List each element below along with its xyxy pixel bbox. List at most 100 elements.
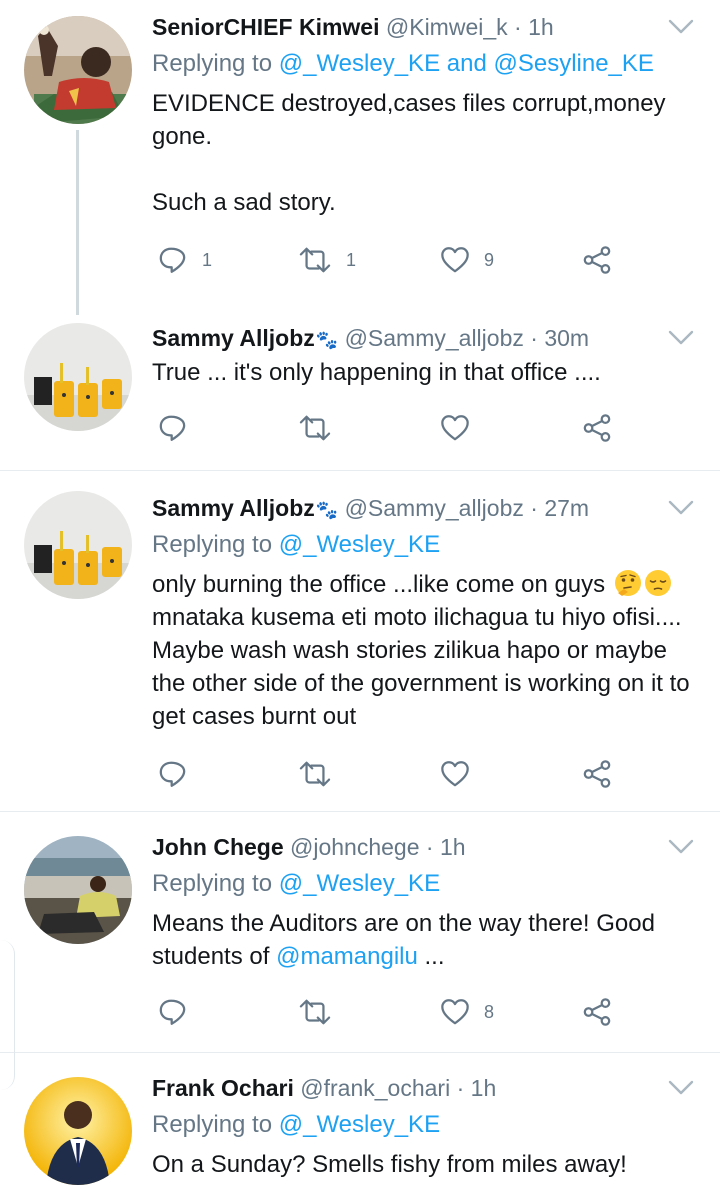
handle[interactable]: @johnchege	[290, 834, 420, 860]
tweet-text-line: On a Sunday? Smells fishy from miles awa…	[152, 1151, 627, 1178]
timestamp[interactable]: 30m	[544, 325, 589, 351]
share-button[interactable]	[582, 756, 612, 792]
like-button[interactable]	[440, 410, 470, 446]
handle[interactable]: @Kimwei_k	[386, 14, 508, 40]
tweet-actions	[152, 410, 632, 446]
tweet-text: On a Sunday? Smells fishy from miles awa…	[152, 1148, 697, 1181]
tweet-actions	[152, 756, 632, 792]
tweet-actions: 8	[152, 994, 632, 1030]
display-name[interactable]: Sammy Alljobz	[152, 325, 315, 351]
avatar[interactable]	[24, 16, 132, 124]
reply-count: 1	[202, 249, 213, 270]
mention-link[interactable]: @_Wesley_KE	[279, 50, 440, 77]
tweet-header: John Chege @johnchege · 1h	[152, 832, 660, 862]
tweet-5[interactable]: Frank Ochari @frank_ochari · 1h Replying…	[0, 1053, 720, 1191]
separator: ·	[514, 14, 522, 40]
replying-to: Replying to @_Wesley_KE	[152, 529, 440, 561]
avatar[interactable]	[24, 323, 132, 431]
reply-button[interactable]	[158, 994, 188, 1030]
retweet-count: 1	[346, 249, 357, 270]
share-icon	[582, 759, 612, 789]
thinking-face-icon	[614, 570, 641, 596]
reply-icon	[158, 245, 188, 275]
handle[interactable]: @Sammy_alljobz	[345, 495, 524, 521]
heart-icon	[440, 413, 470, 443]
reply-button[interactable]: 1	[158, 242, 212, 278]
share-icon	[582, 997, 612, 1027]
share-button[interactable]	[582, 242, 612, 278]
replying-prefix: Replying to	[152, 531, 273, 558]
heart-icon	[440, 759, 470, 789]
replying-prefix: Replying to	[152, 1111, 273, 1138]
chevron-down-icon[interactable]	[668, 18, 694, 36]
tweet-4[interactable]: John Chege @johnchege · 1h Replying to @…	[0, 812, 720, 1052]
mention-link[interactable]: @Sesyline_KE	[493, 50, 653, 77]
mention-link[interactable]: @_Wesley_KE	[279, 531, 440, 558]
tweet-1[interactable]: SeniorCHIEF Kimwei @Kimwei_k · 1h Replyi…	[0, 0, 720, 315]
separator: ·	[530, 495, 538, 521]
tweet-text-line: only burning the office ...like come on …	[152, 568, 697, 601]
thread-line	[76, 130, 79, 315]
tweet-3[interactable]: Sammy Alljobz🐾 @Sammy_alljobz · 27m Repl…	[0, 471, 720, 811]
like-count: 8	[484, 1001, 495, 1022]
retweet-button[interactable]	[298, 994, 332, 1030]
mention-link[interactable]: @mamangilu	[276, 943, 418, 970]
chevron-down-icon[interactable]	[668, 499, 694, 517]
like-count: 9	[484, 249, 495, 270]
retweet-button[interactable]: 1	[298, 242, 356, 278]
display-name[interactable]: Frank Ochari	[152, 1075, 294, 1101]
retweet-icon	[298, 759, 332, 789]
avatar[interactable]	[24, 491, 132, 599]
display-name[interactable]: John Chege	[152, 834, 284, 860]
chevron-down-icon[interactable]	[668, 838, 694, 856]
replying-prefix: Replying to	[152, 50, 273, 77]
tweet-header: Frank Ochari @frank_ochari · 1h	[152, 1073, 660, 1103]
like-button[interactable]	[440, 756, 470, 792]
handle[interactable]: @Sammy_alljobz	[345, 325, 524, 351]
retweet-icon	[298, 413, 332, 443]
reply-button[interactable]	[158, 756, 188, 792]
timestamp[interactable]: 1h	[440, 834, 466, 860]
display-name[interactable]: Sammy Alljobz	[152, 495, 315, 521]
pensive-face-icon	[644, 570, 671, 596]
side-panel-edge	[0, 940, 15, 1090]
share-button[interactable]	[582, 410, 612, 446]
heart-icon	[440, 245, 470, 275]
retweet-icon	[298, 997, 332, 1027]
mention-link[interactable]: @_Wesley_KE	[279, 1111, 440, 1138]
handle[interactable]: @frank_ochari	[300, 1075, 450, 1101]
replying-to: Replying to @_Wesley_KE	[152, 868, 440, 900]
like-button[interactable]: 9	[440, 242, 494, 278]
reply-icon	[158, 413, 188, 443]
avatar[interactable]	[24, 836, 132, 944]
tweet-text: only burning the office ...like come on …	[152, 568, 697, 733]
tweet-text: EVIDENCE destroyed,cases files corrupt,m…	[152, 87, 697, 219]
display-name[interactable]: SeniorCHIEF Kimwei	[152, 14, 379, 40]
retweet-icon	[298, 245, 332, 275]
tweet-header: SeniorCHIEF Kimwei @Kimwei_k · 1h	[152, 12, 660, 42]
mention-link[interactable]: @_Wesley_KE	[279, 870, 440, 897]
tweet-text-line: Such a sad story.	[152, 189, 336, 216]
tweet-2[interactable]: Sammy Alljobz🐾 @Sammy_alljobz · 30m True…	[0, 305, 720, 470]
retweet-button[interactable]	[298, 410, 332, 446]
like-button[interactable]: 8	[440, 994, 494, 1030]
chevron-down-icon[interactable]	[668, 1079, 694, 1097]
reply-icon	[158, 997, 188, 1027]
avatar[interactable]	[24, 1077, 132, 1185]
timestamp[interactable]: 1h	[528, 14, 554, 40]
retweet-button[interactable]	[298, 756, 332, 792]
separator: ·	[530, 325, 538, 351]
replying-prefix: Replying to	[152, 870, 273, 897]
replying-to: Replying to @_Wesley_KE	[152, 1109, 440, 1141]
timestamp[interactable]: 27m	[544, 495, 589, 521]
share-icon	[582, 413, 612, 443]
reply-icon	[158, 759, 188, 789]
tweet-header: Sammy Alljobz🐾 @Sammy_alljobz · 27m	[152, 493, 660, 525]
share-button[interactable]	[582, 994, 612, 1030]
replying-to: Replying to @_Wesley_KE and @Sesyline_KE	[152, 48, 654, 80]
timestamp[interactable]: 1h	[471, 1075, 497, 1101]
tweet-text-line: True ... it's only happening in that off…	[152, 359, 601, 386]
share-icon	[582, 245, 612, 275]
chevron-down-icon[interactable]	[668, 329, 694, 347]
reply-button[interactable]	[158, 410, 188, 446]
